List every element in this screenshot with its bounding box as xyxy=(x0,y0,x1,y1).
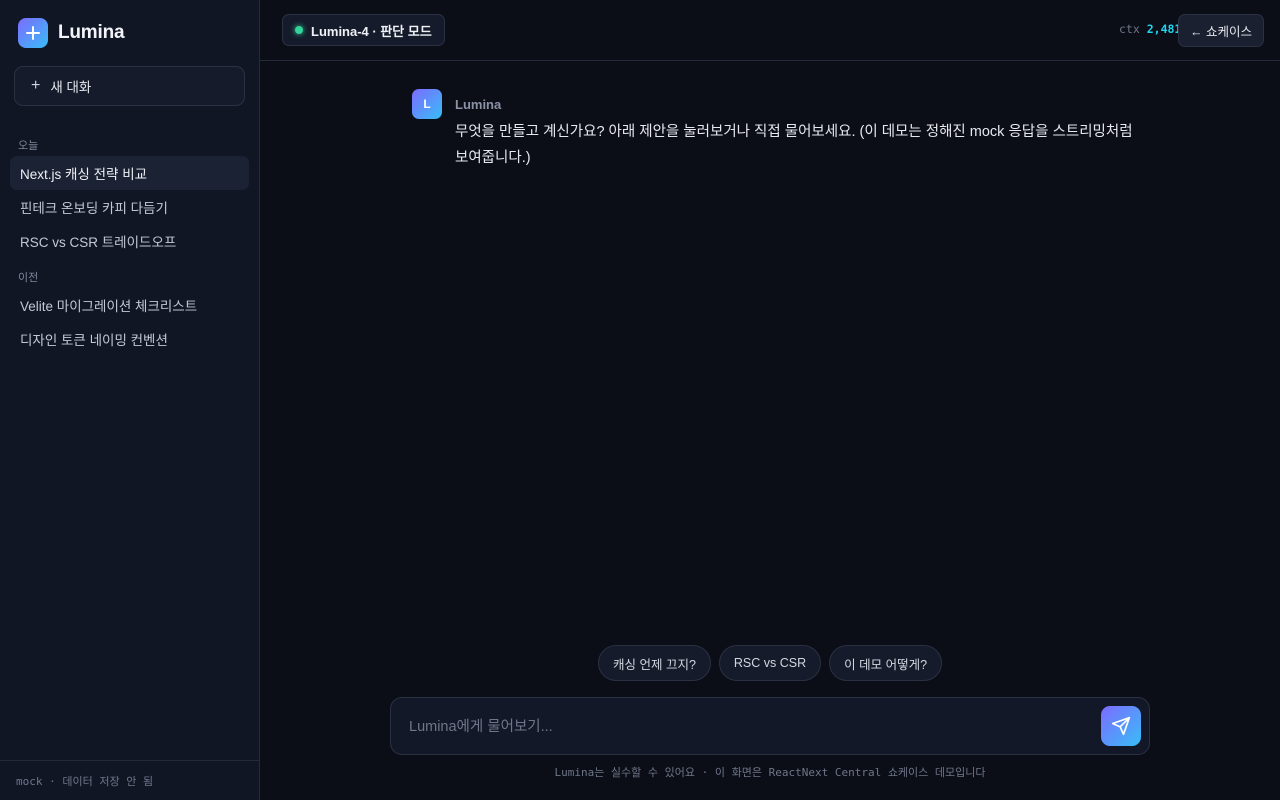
suggestion-list: 캐싱 언제 끄지? RSC vs CSR 이 데모 어떻게? xyxy=(598,645,943,681)
section-label-previous: 이전 xyxy=(18,272,39,284)
section-label-today: 오늘 xyxy=(18,140,39,152)
conversation-item[interactable]: Next.js 캐싱 전략 비교 xyxy=(10,156,249,190)
ctx-label: ctx xyxy=(1119,22,1140,36)
message-text: 무엇을 만들고 계신가요? 아래 제안을 눌러보거나 직접 물어보세요. (이 … xyxy=(455,124,1133,166)
composer xyxy=(390,697,1150,755)
conversation-item[interactable]: 디자인 토큰 네이밍 컨벤션 xyxy=(10,322,249,356)
sidebar-footer: mock · 데이터 저장 안 됨 xyxy=(0,760,259,800)
brand[interactable]: Lumina xyxy=(18,18,125,48)
new-chat-label: 새 대화 xyxy=(50,80,92,95)
main-panel: Lumina-4 · 판단 모드 ctx 2,481 ← 쇼케이스 L Lumi… xyxy=(260,0,1280,800)
model-label: Lumina-4 · 판단 모드 xyxy=(311,23,432,39)
suggestion-chip[interactable]: 캐싱 언제 끄지? xyxy=(598,645,711,681)
plus-icon: + xyxy=(31,77,41,94)
plus-logo-icon xyxy=(18,18,48,48)
avatar: L xyxy=(412,89,442,119)
brand-name: Lumina xyxy=(58,22,125,43)
suggestion-chip[interactable]: RSC vs CSR xyxy=(718,645,822,681)
new-chat-button[interactable]: + 새 대화 xyxy=(14,66,245,106)
conversation-item[interactable]: 핀테크 온보딩 카피 다듬기 xyxy=(10,190,249,224)
sidebar: Lumina + 새 대화 오늘 Next.js 캐싱 전략 비교 핀테크 온보… xyxy=(0,0,260,800)
message-sender: Lumina xyxy=(455,97,502,112)
context-counter: ctx 2,481 xyxy=(1119,22,1181,36)
conversation-item[interactable]: Velite 마이그레이션 체크리스트 xyxy=(10,288,249,322)
back-to-showcase-button[interactable]: ← 쇼케이스 xyxy=(1178,14,1264,47)
send-icon xyxy=(1111,716,1131,736)
disclaimer: Lumina는 실수할 수 있어요 · 이 화면은 ReactNext Cent… xyxy=(554,766,986,779)
ctx-value: 2,481 xyxy=(1146,22,1182,36)
status-dot-icon xyxy=(295,26,303,34)
conversation-item[interactable]: RSC vs CSR 트레이드오프 xyxy=(10,224,249,258)
model-selector[interactable]: Lumina-4 · 판단 모드 xyxy=(282,14,445,46)
topbar: Lumina-4 · 판단 모드 ctx 2,481 ← 쇼케이스 xyxy=(260,0,1280,61)
message-input[interactable] xyxy=(409,716,1089,738)
send-button[interactable] xyxy=(1101,706,1141,746)
suggestion-chip[interactable]: 이 데모 어떻게? xyxy=(829,645,943,681)
